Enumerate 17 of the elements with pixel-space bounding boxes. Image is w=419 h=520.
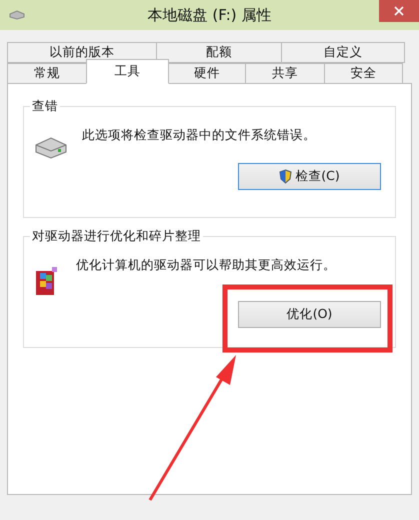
close-icon: [394, 6, 404, 16]
window-title: 本地磁盘 (F:) 属性: [148, 6, 272, 24]
optimize-button[interactable]: 优化(O): [238, 301, 381, 328]
shield-icon: [279, 169, 292, 184]
check-button[interactable]: 检查(C): [238, 163, 381, 190]
tab[interactable]: 工具: [86, 59, 169, 84]
group-title: 对驱动器进行优化和碎片整理: [30, 228, 203, 245]
description-text: 优化计算机的驱动器可以帮助其更高效运行。: [76, 257, 336, 274]
description-text: 此选项将检查驱动器中的文件系统错误。: [82, 127, 316, 144]
tab[interactable]: 常规: [7, 63, 87, 84]
drive-icon: [8, 10, 26, 20]
tab[interactable]: 以前的版本: [7, 42, 157, 63]
tab[interactable]: 配额: [156, 42, 282, 63]
tab[interactable]: 自定义: [281, 42, 405, 63]
close-button[interactable]: [379, 0, 419, 22]
drive-icon: [34, 135, 68, 159]
tab[interactable]: 安全: [324, 63, 403, 84]
